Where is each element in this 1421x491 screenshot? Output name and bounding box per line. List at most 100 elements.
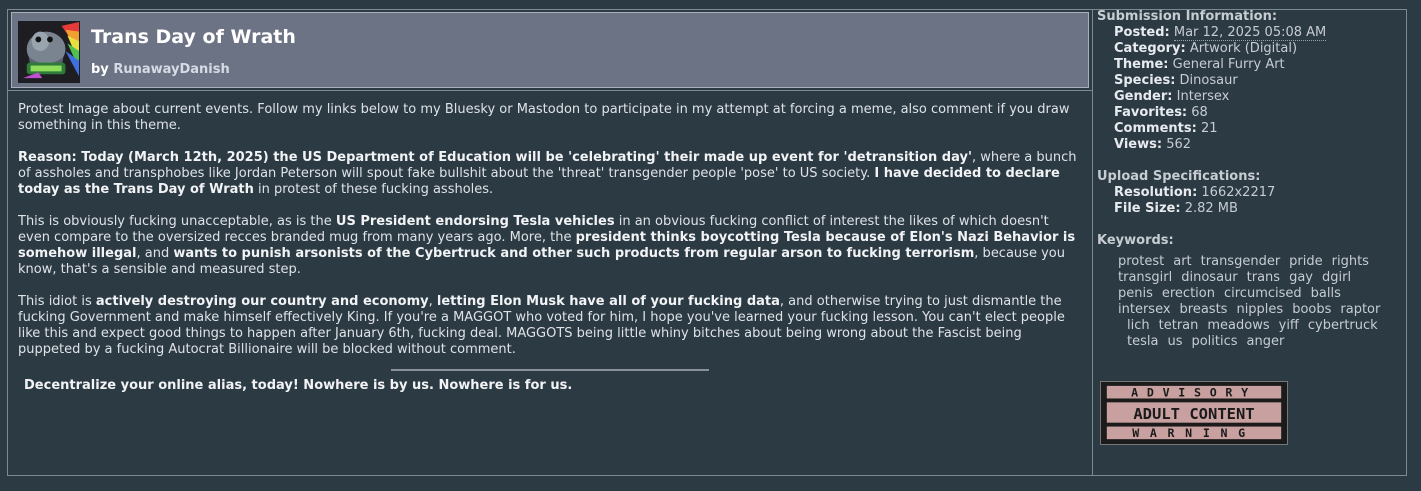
species-label: Species: xyxy=(1114,73,1176,88)
badge-middle-text: ADULT CONTENT xyxy=(1133,405,1254,423)
keyword-tag[interactable]: protest xyxy=(1118,254,1164,270)
comments-value: 21 xyxy=(1200,121,1218,136)
keyword-tag[interactable]: anger xyxy=(1247,334,1285,350)
signature-tagline: Decentralize your online alias, today! N… xyxy=(24,378,573,393)
keyword-row: intersex breasts nipples boobs raptor xyxy=(1118,302,1398,318)
keyword-row: transgirl dinosaur trans gay dgirl xyxy=(1118,270,1398,286)
badge-top-text: ADVISORY xyxy=(1131,386,1257,400)
text: , and xyxy=(136,246,174,261)
bold-text: US President endorsing Tesla vehicles xyxy=(335,214,615,229)
category-row: Category: Artwork (Digital) xyxy=(1097,41,1397,57)
keyword-tag[interactable]: breasts xyxy=(1180,302,1228,318)
keyword-tag[interactable]: pride xyxy=(1289,254,1322,270)
category-label: Category: xyxy=(1114,41,1186,56)
gender-value: Intersex xyxy=(1176,89,1230,104)
views-value: 562 xyxy=(1166,137,1192,152)
keyword-tag[interactable]: nipples xyxy=(1236,302,1283,318)
description: Protest Image about current events. Foll… xyxy=(18,102,1080,374)
upload-specs-heading: Upload Specifications: xyxy=(1097,169,1261,184)
avatar-image xyxy=(19,22,79,82)
keyword-tag[interactable]: transgirl xyxy=(1118,270,1172,286)
submission-info-heading: Submission Information: xyxy=(1097,9,1278,24)
keyword-tag[interactable]: politics xyxy=(1191,334,1237,350)
bold-text: Reason: Today (March 12th, 2025) the US … xyxy=(18,150,972,165)
horizontal-rule xyxy=(391,369,709,371)
keyword-tag[interactable]: tetran xyxy=(1159,318,1199,334)
description-paragraph: This is obviously fucking unacceptable, … xyxy=(18,214,1080,278)
keyword-row: penis erection circumcised balls xyxy=(1118,286,1398,302)
keyword-tag[interactable]: erection xyxy=(1162,286,1215,302)
keyword-tag[interactable]: transgender xyxy=(1201,254,1281,270)
text: This idiot is xyxy=(18,294,96,309)
keyword-tag[interactable]: dinosaur xyxy=(1181,270,1237,286)
submission-main: Trans Day of Wrath by RunawayDanish Prot… xyxy=(8,10,1093,475)
keyword-row: tesla us politics anger xyxy=(1118,334,1398,350)
author-link[interactable]: RunawayDanish xyxy=(113,62,229,77)
adult-content-advisory-badge: ADVISORY ADULT CONTENT WARNING xyxy=(1100,381,1288,445)
byline-prefix: by xyxy=(91,62,109,77)
text: , xyxy=(428,294,437,309)
views-row: Views: 562 xyxy=(1097,137,1397,153)
bold-text: letting Elon Musk have all of your fucki… xyxy=(436,294,780,309)
resolution-value: 1662x2217 xyxy=(1201,185,1276,200)
gender-row: Gender: Intersex xyxy=(1097,89,1397,105)
keyword-tag[interactable]: lich xyxy=(1127,318,1150,334)
keyword-tag[interactable]: yiff xyxy=(1279,318,1299,334)
keyword-tag[interactable]: boobs xyxy=(1292,302,1331,318)
description-paragraph: Protest Image about current events. Foll… xyxy=(18,102,1080,134)
species-value: Dinosaur xyxy=(1179,73,1238,88)
views-label: Views: xyxy=(1114,137,1163,152)
posted-row: Posted: Mar 12, 2025 05:08 AM xyxy=(1097,25,1397,41)
keyword-list: protest art transgender pride rights transgir… xyxy=(1097,254,1398,350)
keyword-tag[interactable]: art xyxy=(1173,254,1191,270)
text: This is obviously fucking unacceptable, … xyxy=(18,214,336,229)
keyword-tag[interactable]: us xyxy=(1167,334,1182,350)
description-paragraph: This idiot is actively destroying our co… xyxy=(18,294,1080,358)
submission-title: Trans Day of Wrath xyxy=(91,26,296,48)
keyword-tag[interactable]: penis xyxy=(1118,286,1153,302)
gender-label: Gender: xyxy=(1114,89,1173,104)
keyword-tag[interactable]: balls xyxy=(1311,286,1341,302)
keyword-tag[interactable]: raptor xyxy=(1340,302,1380,318)
bold-text: wants to punish arsonists of the Cybertr… xyxy=(173,246,975,261)
resolution-label: Resolution: xyxy=(1114,185,1198,200)
header-divider xyxy=(8,90,1092,91)
theme-row: Theme: General Furry Art xyxy=(1097,57,1397,73)
species-row: Species: Dinosaur xyxy=(1097,73,1397,89)
keyword-tag[interactable]: dgirl xyxy=(1322,270,1351,286)
text: Protest Image about current events. Foll… xyxy=(18,102,1070,133)
keyword-tag[interactable]: intersex xyxy=(1118,302,1171,318)
keyword-tag[interactable]: cybertruck xyxy=(1308,318,1378,334)
text: in protest of these fucking assholes. xyxy=(253,182,494,197)
byline: by RunawayDanish xyxy=(91,62,230,77)
comments-label: Comments: xyxy=(1114,121,1197,136)
info-sidebar: Submission Information: Posted: Mar 12, … xyxy=(1097,9,1397,350)
category-value: Artwork (Digital) xyxy=(1189,41,1298,56)
favorites-value: 68 xyxy=(1191,105,1208,120)
keyword-row: lich tetran meadows yiff cybertruck xyxy=(1118,318,1398,334)
keyword-tag[interactable]: tesla xyxy=(1127,334,1158,350)
comments-row: Comments: 21 xyxy=(1097,121,1397,137)
keyword-row: protest art transgender pride rights xyxy=(1118,254,1398,270)
posted-label: Posted: xyxy=(1114,25,1170,40)
keyword-tag[interactable]: rights xyxy=(1332,254,1369,270)
keyword-tag[interactable]: gay xyxy=(1289,270,1313,286)
keywords-heading: Keywords: xyxy=(1097,233,1174,248)
description-paragraph: Reason: Today (March 12th, 2025) the US … xyxy=(18,150,1080,198)
author-avatar[interactable] xyxy=(18,21,80,83)
filesize-label: File Size: xyxy=(1114,201,1181,216)
keyword-tag[interactable]: circumcised xyxy=(1224,286,1302,302)
badge-bottom-text: WARNING xyxy=(1132,426,1256,440)
keyword-tag[interactable]: meadows xyxy=(1207,318,1269,334)
theme-value: General Furry Art xyxy=(1172,57,1285,72)
favorites-label: Favorites: xyxy=(1114,105,1188,120)
bold-text: actively destroying our country and econ… xyxy=(95,294,429,309)
theme-label: Theme: xyxy=(1114,57,1169,72)
posted-value: Mar 12, 2025 05:08 AM xyxy=(1173,25,1327,41)
resolution-row: Resolution: 1662x2217 xyxy=(1097,185,1397,201)
submission-header: Trans Day of Wrath by RunawayDanish xyxy=(11,12,1089,88)
keyword-tag[interactable]: trans xyxy=(1247,270,1280,286)
filesize-value: 2.82 MB xyxy=(1184,201,1238,216)
filesize-row: File Size: 2.82 MB xyxy=(1097,201,1397,217)
favorites-row: Favorites: 68 xyxy=(1097,105,1397,121)
